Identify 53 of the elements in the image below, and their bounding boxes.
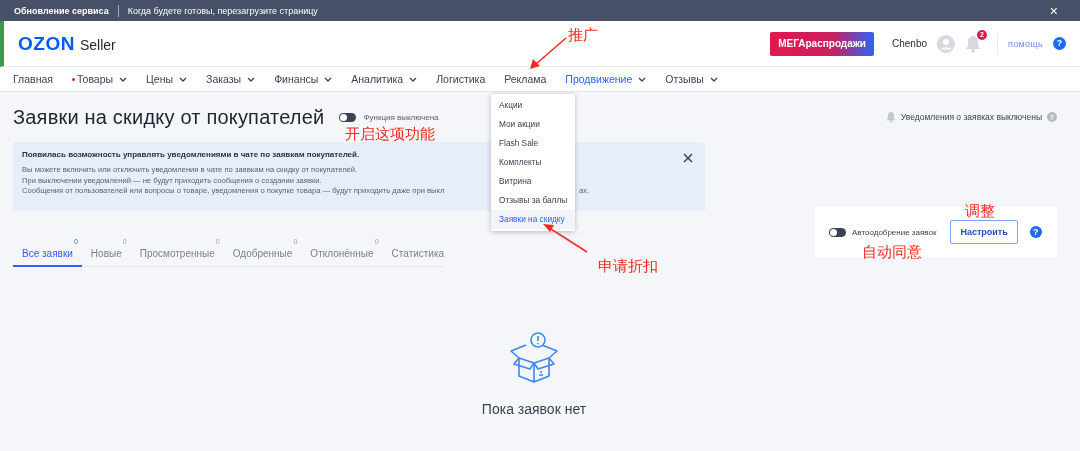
caret-icon: [247, 76, 256, 82]
toggle-switch[interactable]: [829, 227, 846, 237]
menu-item[interactable]: Flash Sale: [491, 134, 575, 153]
menu-item[interactable]: Комплекты: [491, 153, 575, 172]
nav-item[interactable]: Отзывы: [665, 73, 718, 85]
caret-icon: [119, 76, 128, 82]
menu-item[interactable]: Акции: [491, 96, 575, 115]
menu-item[interactable]: Отзывы за баллы: [491, 191, 575, 210]
caret-icon: [179, 76, 188, 82]
menu-item[interactable]: Витрина: [491, 172, 575, 191]
nav-item[interactable]: Главная: [13, 73, 53, 85]
service-message: Когда будете готовы, перезагрузите страницу: [127, 5, 318, 16]
nav-item[interactable]: Продвижение: [565, 73, 647, 85]
nav-item[interactable]: Заказы: [206, 73, 256, 85]
logo-suffix: Seller: [79, 36, 116, 53]
nav-item[interactable]: Аналитика: [351, 73, 418, 85]
toggle-label: Функция выключена: [363, 112, 439, 122]
menu-item[interactable]: Заявки на скидку: [491, 210, 575, 229]
annotation: 调整: [965, 204, 995, 219]
annotation: 推广: [568, 28, 598, 43]
notification-status: Уведомления о заявках выключены: [900, 112, 1042, 122]
arrow: [528, 37, 568, 71]
close-icon: [683, 153, 693, 163]
nav-item[interactable]: Логистика: [436, 73, 486, 85]
annotation: 自动同意: [862, 245, 922, 260]
page-title: Заявки на скидку от покупателей: [13, 105, 325, 129]
caret-icon: [409, 76, 418, 82]
bell-icon: [885, 111, 896, 123]
nav-item[interactable]: Реклама: [504, 73, 547, 85]
annotation: 开启这项功能: [345, 127, 435, 142]
setup-button[interactable]: Настроить: [950, 220, 1018, 244]
close-button[interactable]: ×: [1049, 2, 1058, 19]
caret-icon: [638, 76, 647, 82]
caret-icon: [324, 76, 333, 82]
avatar-icon: [937, 34, 956, 53]
toggle-label: Автоодобрение заявок: [852, 227, 937, 237]
arrow: [542, 223, 588, 253]
tab[interactable]: Статистика: [382, 236, 454, 266]
nav-item[interactable]: Финансы: [274, 73, 333, 85]
banner-heading: Появилась возможность управлять уведомлениями в чате по заявкам покупателей.: [22, 150, 360, 159]
help-button[interactable]: ?: [1053, 37, 1066, 50]
toggle-switch[interactable]: [339, 112, 357, 122]
help-button[interactable]: ?: [1029, 226, 1042, 238]
nav-item[interactable]: Товары: [71, 73, 128, 85]
logo: OZON: [18, 32, 75, 55]
annotation: 申请折扣: [598, 259, 658, 274]
bell-icon: [965, 34, 982, 53]
user-name[interactable]: Chenbo: [892, 38, 928, 49]
caret-icon: [709, 76, 718, 82]
empty-message: Пока заявок нет: [481, 401, 587, 417]
service-title: Обновление сервиса: [14, 5, 109, 16]
nav-item[interactable]: Цены: [146, 73, 188, 85]
menu-item[interactable]: Мои акции: [491, 115, 575, 134]
